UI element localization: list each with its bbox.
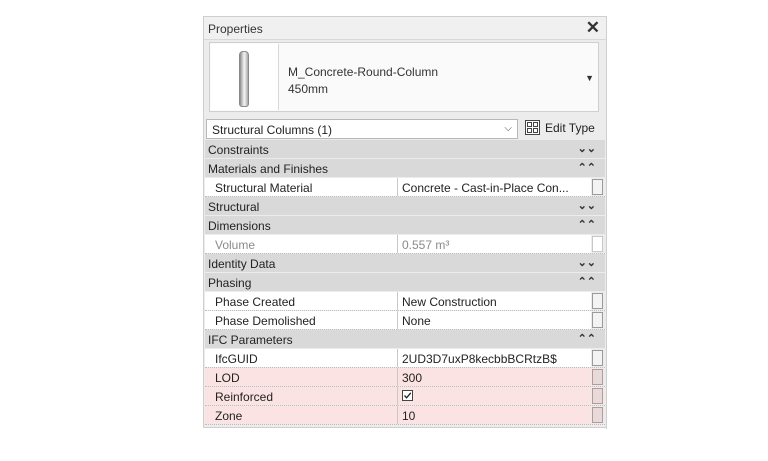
property-value: 2UD3D7uxP8kecbbBCRtzB$ xyxy=(402,352,557,366)
property-row: Phase Demolished None xyxy=(205,311,605,330)
associate-parameter-button[interactable] xyxy=(592,236,603,252)
property-value-cell: 0.557 m³ xyxy=(398,235,591,253)
property-name: Structural Material xyxy=(215,181,313,195)
property-name-cell: IfcGUID xyxy=(205,349,398,367)
type-name: M_Concrete-Round-Column xyxy=(288,65,439,79)
property-value-cell[interactable] xyxy=(398,387,591,405)
property-row: IfcGUID 2UD3D7uxP8kecbbBCRtzB$ xyxy=(205,349,605,368)
group-label: Structural xyxy=(208,200,260,214)
property-value: 10 xyxy=(402,409,416,423)
property-row: Volume 0.557 m³ xyxy=(205,235,605,254)
collapse-chevron-icon[interactable]: ⌃⌃ xyxy=(578,161,596,174)
group-header[interactable]: Identity Data ⌄⌄ xyxy=(205,254,605,273)
reinforced-checkbox[interactable] xyxy=(402,390,413,401)
edit-type-icon xyxy=(525,120,540,135)
group-header[interactable]: Phasing ⌃⌃ xyxy=(205,273,605,292)
group-header[interactable]: Constraints ⌄⌄ xyxy=(205,140,605,159)
property-name: IfcGUID xyxy=(215,352,258,366)
property-row: LOD 300 xyxy=(205,368,605,387)
group-label: Materials and Finishes xyxy=(208,162,329,176)
group-header[interactable]: IFC Parameters ⌃⌃ xyxy=(205,330,605,349)
property-value: New Construction xyxy=(402,295,497,309)
property-name-cell: Phase Demolished xyxy=(205,311,398,329)
property-name: Volume xyxy=(215,238,256,252)
round-column-preview-icon xyxy=(211,44,279,110)
chevron-down-icon: ⌵ xyxy=(504,123,512,134)
close-icon[interactable]: ✕ xyxy=(586,18,600,38)
property-name: Reinforced xyxy=(215,390,274,404)
edit-type-button[interactable]: Edit Type xyxy=(521,116,603,140)
property-value: 300 xyxy=(402,371,423,385)
category-filter-label: Structural Columns (1) xyxy=(212,123,333,137)
property-row: Zone 10 xyxy=(205,406,605,425)
collapse-chevron-icon[interactable]: ⌃⌃ xyxy=(578,218,596,231)
group-label: Phasing xyxy=(208,276,252,290)
type-size: 450mm xyxy=(288,82,329,96)
property-name: Zone xyxy=(215,409,243,423)
property-name-cell: Volume xyxy=(205,235,398,253)
property-value-cell[interactable]: 300 xyxy=(398,368,591,386)
associate-parameter-button[interactable] xyxy=(592,369,603,385)
edit-type-label: Edit Type xyxy=(545,121,595,135)
property-value: Concrete - Cast-in-Place Con... xyxy=(402,181,569,195)
grid-scrollbar[interactable] xyxy=(606,113,607,429)
property-name: Phase Demolished xyxy=(215,314,316,328)
properties-palette: Properties ✕ M_Concrete-Round-Column 450… xyxy=(203,16,607,429)
associate-parameter-button[interactable] xyxy=(592,407,603,423)
associate-parameter-button[interactable] xyxy=(592,179,603,195)
group-label: Identity Data xyxy=(208,257,276,271)
property-name-cell: Phase Created xyxy=(205,292,398,310)
property-name: Phase Created xyxy=(215,295,296,309)
group-label: IFC Parameters xyxy=(208,333,293,347)
property-name-cell: Structural Material xyxy=(205,178,398,196)
expand-chevron-icon[interactable]: ⌄⌄ xyxy=(578,142,596,155)
type-dropdown-arrow-icon[interactable]: ▼ xyxy=(585,73,594,83)
property-value-cell[interactable]: 10 xyxy=(398,406,591,424)
group-label: Dimensions xyxy=(208,219,271,233)
collapse-chevron-icon[interactable]: ⌃⌃ xyxy=(578,332,596,345)
associate-parameter-button[interactable] xyxy=(592,293,603,309)
property-name: LOD xyxy=(215,371,240,385)
group-header[interactable]: Dimensions ⌃⌃ xyxy=(205,216,605,235)
expand-chevron-icon[interactable]: ⌄⌄ xyxy=(578,256,596,269)
collapse-chevron-icon[interactable]: ⌃⌃ xyxy=(578,275,596,288)
associate-parameter-button[interactable] xyxy=(592,388,603,404)
property-name-cell: LOD xyxy=(205,368,398,386)
property-value-cell[interactable]: New Construction xyxy=(398,292,591,310)
property-name-cell: Reinforced xyxy=(205,387,398,405)
property-value: None xyxy=(402,314,431,328)
property-grid: Constraints ⌄⌄ Materials and Finishes ⌃⌃ Str… xyxy=(205,140,605,425)
type-selector[interactable]: M_Concrete-Round-Column 450mm ▼ xyxy=(209,42,599,112)
group-label: Constraints xyxy=(208,143,269,157)
group-header[interactable]: Materials and Finishes ⌃⌃ xyxy=(205,159,605,178)
associate-parameter-button[interactable] xyxy=(592,350,603,366)
palette-title: Properties xyxy=(208,22,263,36)
property-row: Phase Created New Construction xyxy=(205,292,605,311)
palette-titlebar[interactable]: Properties ✕ xyxy=(204,17,606,40)
property-value-cell[interactable]: None xyxy=(398,311,591,329)
property-value-cell[interactable]: 2UD3D7uxP8kecbbBCRtzB$ xyxy=(398,349,591,367)
property-value-cell[interactable]: Concrete - Cast-in-Place Con... xyxy=(398,178,591,196)
category-filter-dropdown[interactable]: Structural Columns (1) ⌵ xyxy=(206,119,518,139)
expand-chevron-icon[interactable]: ⌄⌄ xyxy=(578,199,596,212)
property-name-cell: Zone xyxy=(205,406,398,424)
property-row: Reinforced xyxy=(205,387,605,406)
group-header[interactable]: Structural ⌄⌄ xyxy=(205,197,605,216)
associate-parameter-button[interactable] xyxy=(592,312,603,328)
property-value: 0.557 m³ xyxy=(402,238,450,252)
property-row: Structural Material Concrete - Cast-in-Pl… xyxy=(205,178,605,197)
